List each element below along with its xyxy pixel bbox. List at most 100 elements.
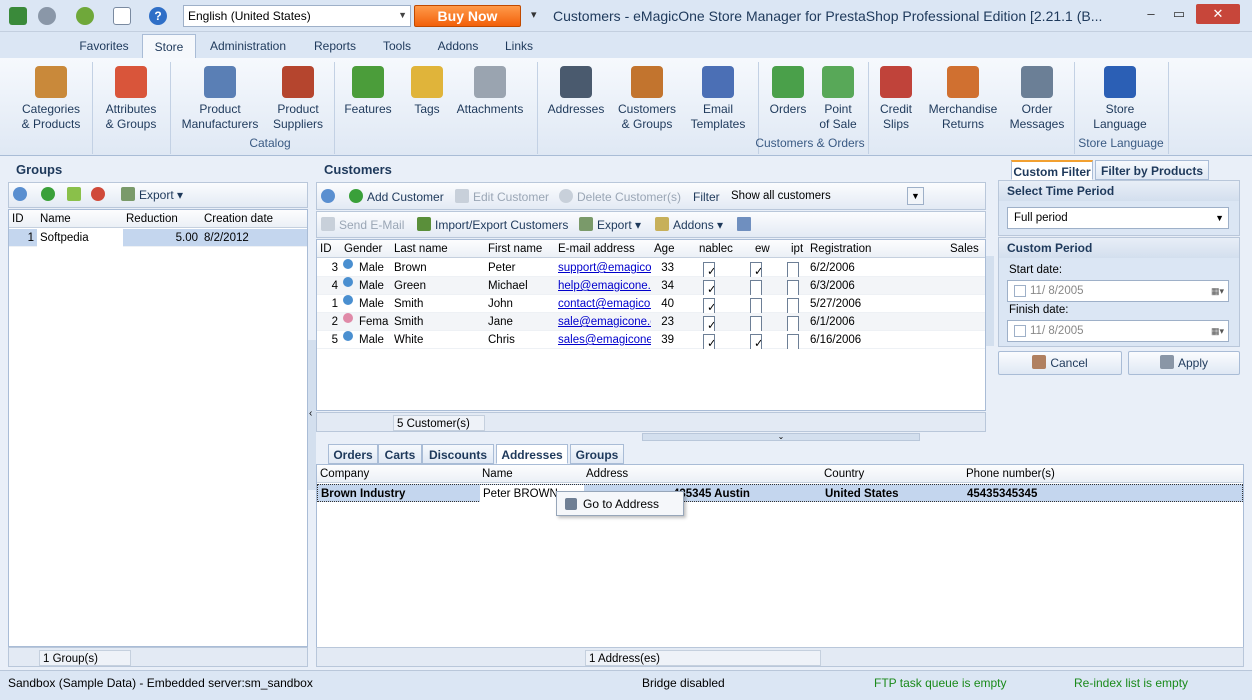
- col-last-name[interactable]: Last name: [391, 240, 485, 258]
- apply-button[interactable]: Apply: [1128, 351, 1240, 375]
- tab-addresses[interactable]: Addresses: [496, 444, 568, 464]
- checkbox[interactable]: [747, 277, 767, 295]
- col-reduction[interactable]: Reduction: [123, 210, 201, 228]
- minimize-button[interactable]: –: [1138, 4, 1164, 24]
- checkbox[interactable]: [747, 313, 767, 331]
- tab-orders[interactable]: Orders: [328, 444, 378, 464]
- window-icon[interactable]: [113, 7, 131, 25]
- col-id[interactable]: ID: [317, 240, 341, 258]
- tab-links[interactable]: Links: [496, 34, 542, 58]
- refresh-icon[interactable]: [321, 185, 339, 209]
- columns-icon[interactable]: [737, 213, 755, 237]
- addons-button[interactable]: Addons ▾: [655, 213, 723, 237]
- close-button[interactable]: ✕: [1196, 4, 1240, 24]
- export-button[interactable]: Export ▾: [579, 213, 641, 237]
- checkbox[interactable]: ✓: [747, 331, 767, 349]
- email-link[interactable]: contact@emagicor: [555, 295, 651, 313]
- chevron-down-icon[interactable]: ▼: [907, 187, 924, 205]
- time-period-select[interactable]: Full period ▼: [1007, 207, 1229, 229]
- table-row[interactable]: 3MaleBrownPetersupport@emagicor33✓✓6/2/2…: [317, 259, 985, 277]
- calendar-icon[interactable]: ▦▾: [1211, 321, 1224, 341]
- add-group-icon[interactable]: [41, 183, 59, 207]
- merchandise-returns-button[interactable]: Merchandise Returns: [924, 66, 1002, 132]
- table-row[interactable]: 1MaleSmithJohncontact@emagicor40✓5/27/20…: [317, 295, 985, 313]
- col-enabled[interactable]: nablec: [681, 240, 737, 258]
- edit-customer-button[interactable]: Edit Customer: [455, 185, 549, 209]
- send-email-button[interactable]: Send E-Mail: [321, 213, 404, 237]
- checkbox[interactable]: ✓: [747, 259, 767, 277]
- col-sales[interactable]: Sales: [947, 240, 987, 258]
- start-date-picker[interactable]: 11/ 8/2005 ▦▾: [1007, 280, 1229, 302]
- tab-filter-by-products[interactable]: Filter by Products: [1095, 160, 1209, 180]
- col-age[interactable]: Age: [651, 240, 681, 258]
- tab-favorites[interactable]: Favorites: [70, 34, 138, 58]
- delete-group-icon[interactable]: [91, 183, 109, 207]
- checkbox[interactable]: ✓: [700, 295, 720, 313]
- checkbox[interactable]: ✓: [700, 331, 720, 349]
- col-gender[interactable]: Gender: [341, 240, 391, 258]
- checkbox[interactable]: [784, 331, 804, 349]
- edit-group-icon[interactable]: [67, 183, 85, 207]
- col-optin[interactable]: ipt: [773, 240, 809, 258]
- addresses-button[interactable]: Addresses: [544, 66, 608, 117]
- store-language-button[interactable]: Store Language: [1084, 66, 1156, 132]
- point-of-sale-button[interactable]: Point of Sale: [816, 66, 860, 132]
- col-name[interactable]: Name: [479, 465, 583, 483]
- tab-reports[interactable]: Reports: [304, 34, 366, 58]
- maximize-button[interactable]: ▭: [1166, 4, 1192, 24]
- col-newsletter[interactable]: ew: [737, 240, 773, 258]
- language-select[interactable]: English (United States) ▼: [183, 5, 411, 27]
- finish-date-checkbox[interactable]: [1014, 325, 1026, 337]
- credit-slips-button[interactable]: Credit Slips: [874, 66, 918, 132]
- features-button[interactable]: Features: [340, 66, 396, 117]
- email-templates-button[interactable]: Email Templates: [686, 66, 750, 132]
- import-export-button[interactable]: Import/Export Customers: [417, 213, 568, 237]
- suppliers-button[interactable]: Product Suppliers: [268, 66, 328, 132]
- help-icon[interactable]: ?: [149, 7, 167, 25]
- col-address[interactable]: Address: [583, 465, 821, 483]
- checkbox[interactable]: ✓: [700, 259, 720, 277]
- add-customer-button[interactable]: Add Customer: [349, 185, 444, 209]
- calendar-icon[interactable]: ▦▾: [1211, 281, 1224, 301]
- tags-button[interactable]: Tags: [406, 66, 448, 117]
- tab-store[interactable]: Store: [142, 34, 196, 58]
- export-button[interactable]: Export ▾: [121, 183, 183, 207]
- tab-addons[interactable]: Addons: [428, 34, 488, 58]
- checkbox[interactable]: ✓: [700, 313, 720, 331]
- orders-button[interactable]: Orders: [764, 66, 812, 117]
- checkbox[interactable]: [747, 295, 767, 313]
- col-registration[interactable]: Registration: [807, 240, 947, 258]
- customers-scrollbar[interactable]: [986, 256, 994, 346]
- col-first-name[interactable]: First name: [485, 240, 555, 258]
- col-email[interactable]: E-mail address: [555, 240, 651, 258]
- checkbox[interactable]: ✓: [700, 277, 720, 295]
- tab-custom-filter[interactable]: Custom Filter: [1011, 160, 1093, 180]
- table-row[interactable]: 5MaleWhiteChrissales@emagicone.39✓✓6/16/…: [317, 331, 985, 349]
- checkbox[interactable]: [784, 295, 804, 313]
- manufacturers-button[interactable]: Product Manufacturers: [176, 66, 264, 132]
- table-row[interactable]: 2FemaSmithJanesale@emagicone.c23✓6/1/200…: [317, 313, 985, 331]
- attributes-groups-button[interactable]: Attributes & Groups: [98, 66, 164, 132]
- col-phone[interactable]: Phone number(s): [963, 465, 1245, 483]
- gear-icon[interactable]: [38, 7, 56, 25]
- buy-now-button[interactable]: Buy Now: [414, 5, 521, 27]
- filter-select[interactable]: Show all customers: [725, 186, 925, 208]
- quick-access-dropdown-icon[interactable]: ▾: [531, 8, 537, 21]
- col-country[interactable]: Country: [821, 465, 965, 483]
- left-splitter[interactable]: ‹: [308, 340, 316, 490]
- go-to-address-menu-item[interactable]: Go to Address: [561, 496, 679, 512]
- cancel-button[interactable]: Cancel: [998, 351, 1122, 375]
- email-link[interactable]: sales@emagicone.: [555, 331, 651, 349]
- checkbox[interactable]: [784, 313, 804, 331]
- delete-customer-button[interactable]: Delete Customer(s): [559, 185, 681, 209]
- finish-date-picker[interactable]: 11/ 8/2005 ▦▾: [1007, 320, 1229, 342]
- tab-tools[interactable]: Tools: [372, 34, 422, 58]
- attachments-button[interactable]: Attachments: [452, 66, 528, 117]
- order-messages-button[interactable]: Order Messages: [1008, 66, 1066, 132]
- email-link[interactable]: support@emagicor: [555, 259, 651, 277]
- tab-discounts[interactable]: Discounts: [422, 444, 494, 464]
- col-id[interactable]: ID: [9, 210, 37, 228]
- checkbox[interactable]: [784, 277, 804, 295]
- table-row[interactable]: Brown Industry Peter BROWN 435345 Austin…: [317, 484, 1243, 503]
- email-link[interactable]: help@emagicone.c: [555, 277, 651, 295]
